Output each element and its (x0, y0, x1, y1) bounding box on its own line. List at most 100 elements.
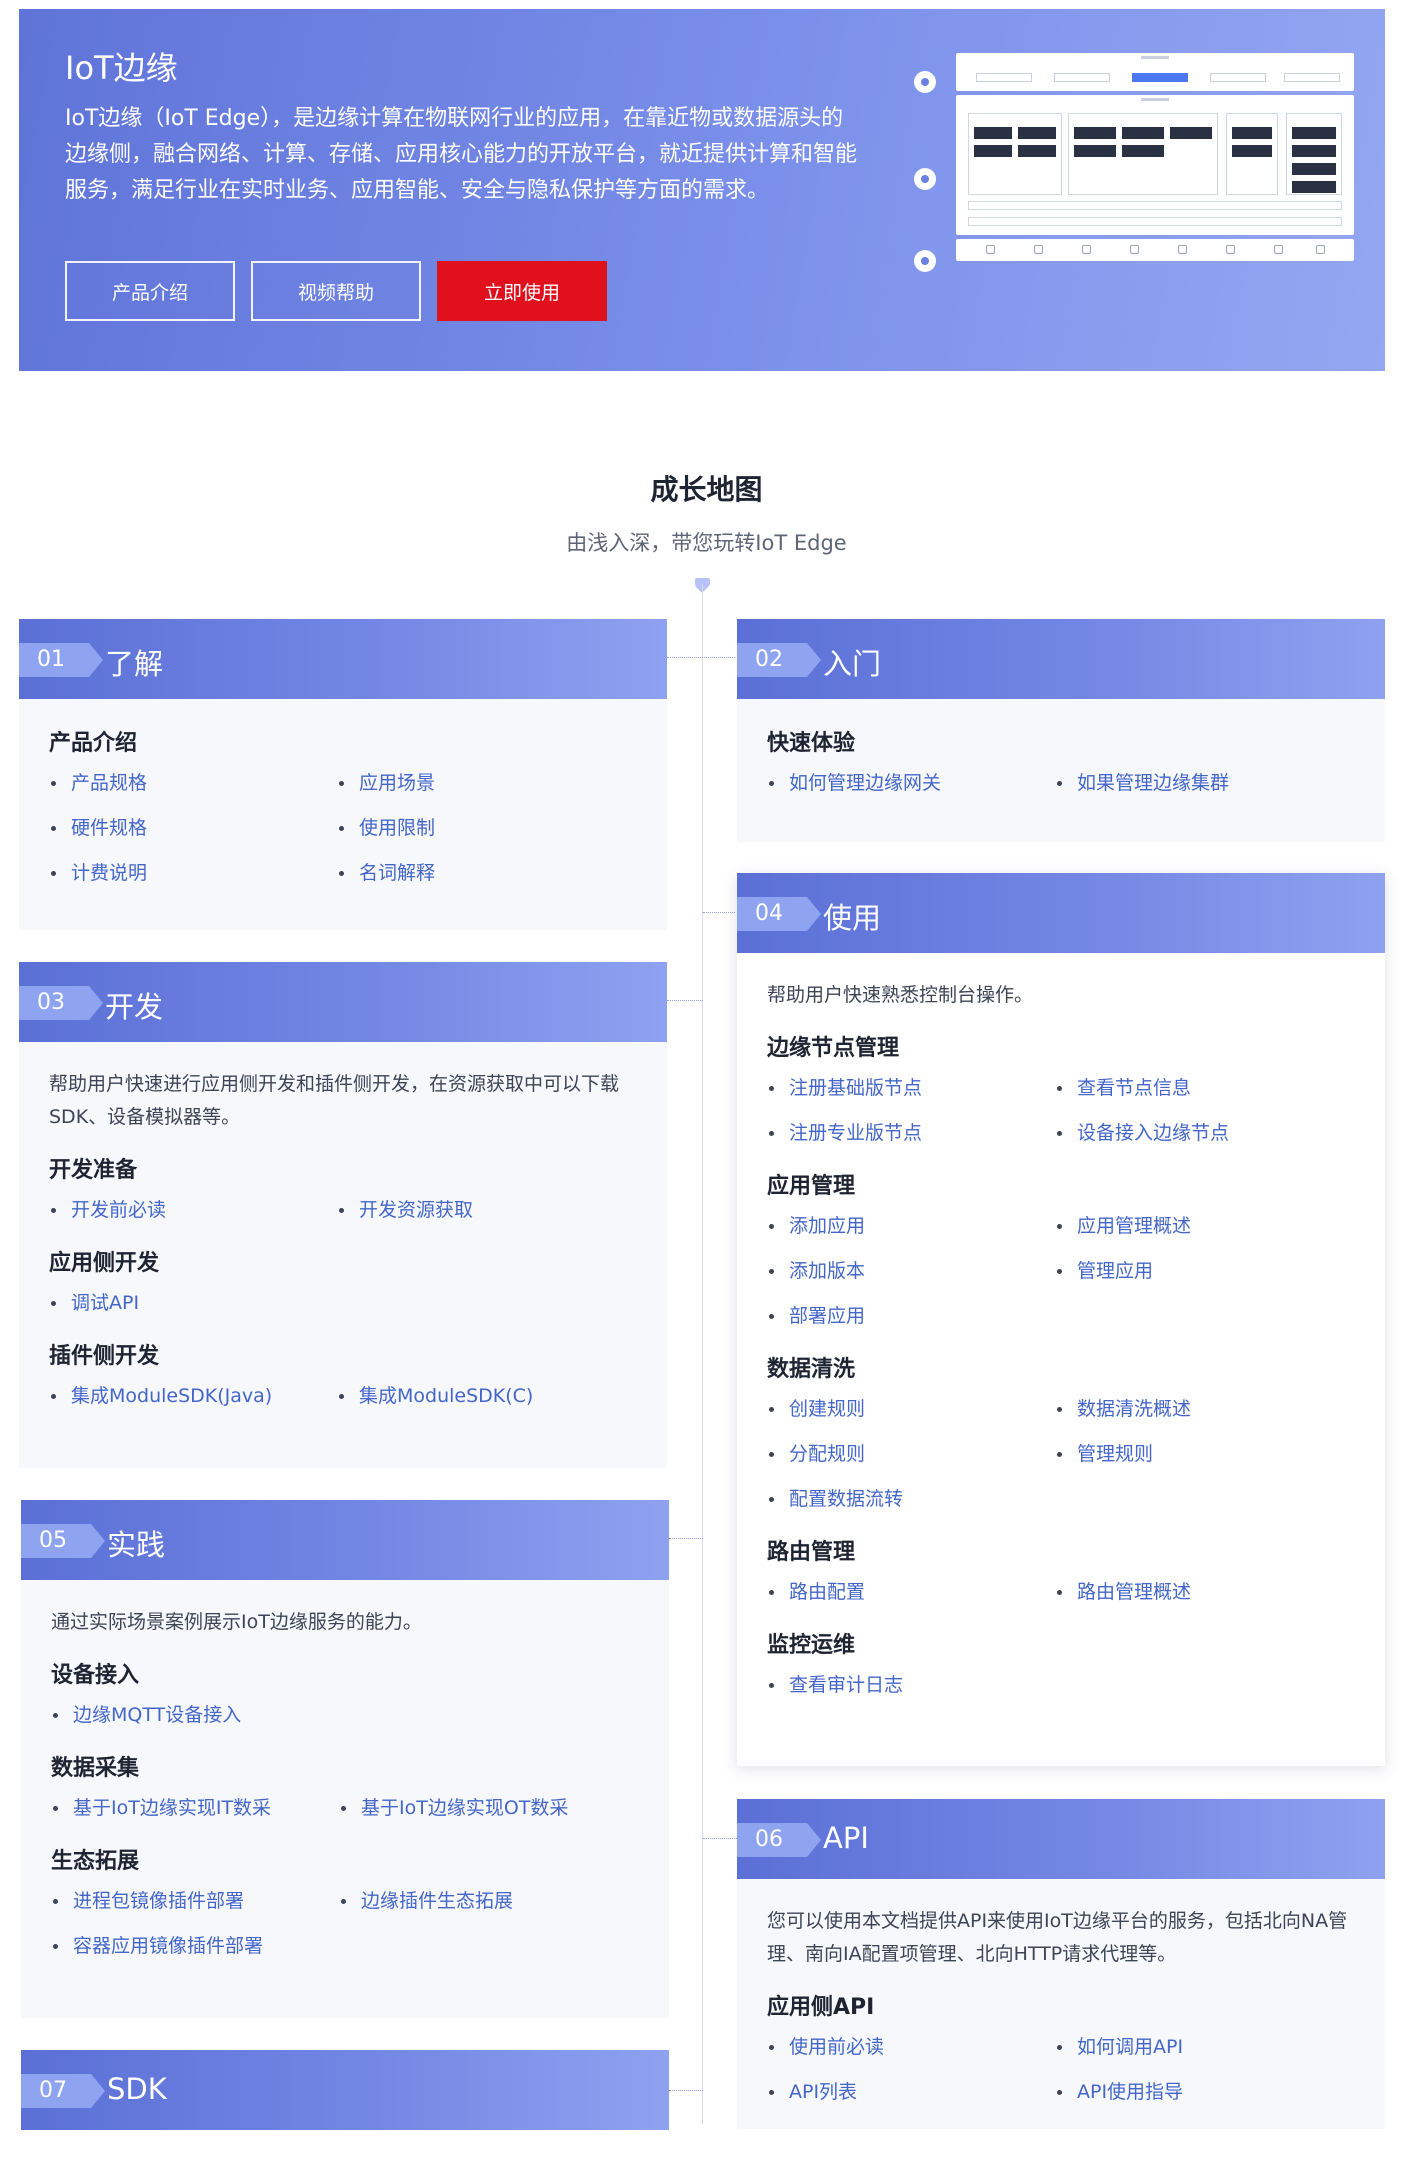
link-ot-collect[interactable]: 基于IoT边缘实现OT数采 (339, 1794, 639, 1823)
card-api: 06 API 您可以使用本文档提供API来使用IoT边缘平台的服务，包括北向NA… (737, 1799, 1385, 2129)
card-develop: 03 开发 帮助用户快速进行应用侧开发和插件侧开发，在资源获取中可以下载SDK、… (19, 962, 667, 1468)
card-description: 您可以使用本文档提供API来使用IoT边缘平台的服务，包括北向NA管理、南向IA… (767, 1910, 1348, 1965)
link-debug-api[interactable]: 调试API (49, 1289, 337, 1318)
card-description: 帮助用户快速熟悉控制台操作。 (767, 984, 1034, 1006)
card-practice: 05 实践 通过实际场景案例展示IoT边缘服务的能力。 设备接入 边缘MQTT设… (21, 1500, 669, 2018)
link-glossary[interactable]: 名词解释 (337, 859, 637, 888)
card-title: 使用 (823, 901, 882, 935)
link-sdk-java[interactable]: 集成ModuleSDK(Java) (49, 1382, 337, 1411)
group-title: 快速体验 (767, 731, 856, 756)
link-billing[interactable]: 计费说明 (49, 859, 337, 888)
link-app-overview[interactable]: 应用管理概述 (1055, 1212, 1355, 1241)
group-title: 设备接入 (51, 1663, 140, 1688)
link-manage-app[interactable]: 管理应用 (1055, 1257, 1355, 1286)
diagram-dot-icon (914, 71, 936, 93)
card-header: 05 实践 (21, 1500, 669, 1580)
link-add-version[interactable]: 添加版本 (767, 1257, 1055, 1286)
group-title: 数据清洗 (767, 1357, 856, 1382)
group-title: 应用侧开发 (49, 1251, 160, 1276)
card-getting-started: 02 入门 快速体验 如何管理边缘网关 如果管理边缘集群 (737, 619, 1385, 842)
architecture-diagram (914, 53, 1354, 278)
card-header: 04 使用 (737, 873, 1385, 953)
timeline-connector (703, 912, 735, 913)
link-limits[interactable]: 使用限制 (337, 814, 637, 843)
link-manage-gateway[interactable]: 如何管理边缘网关 (767, 769, 1055, 798)
link-route-overview[interactable]: 路由管理概述 (1055, 1578, 1355, 1607)
link-sdk-c[interactable]: 集成ModuleSDK(C) (337, 1382, 637, 1411)
link-manage-cluster[interactable]: 如果管理边缘集群 (1055, 769, 1355, 798)
link-mqtt-access[interactable]: 边缘MQTT设备接入 (51, 1701, 339, 1730)
step-badge: 04 (737, 897, 821, 931)
link-assign-rule[interactable]: 分配规则 (767, 1440, 1055, 1469)
card-description: 通过实际场景案例展示IoT边缘服务的能力。 (51, 1611, 422, 1633)
card-title: SDK (107, 2072, 167, 2106)
step-badge: 05 (21, 1524, 105, 1558)
link-api-guide[interactable]: API使用指导 (1055, 2078, 1355, 2107)
diagram-dot-icon (914, 168, 936, 190)
card-title: 实践 (107, 1528, 166, 1562)
link-hardware-spec[interactable]: 硬件规格 (49, 814, 337, 843)
link-process-plugin[interactable]: 进程包镜像插件部署 (51, 1887, 339, 1916)
card-header: 01 了解 (19, 619, 667, 699)
card-title: 了解 (105, 647, 164, 681)
timeline-connector (667, 1000, 703, 1001)
timeline-connector (703, 1838, 737, 1839)
timeline-connector (669, 1538, 703, 1539)
timeline-line (702, 584, 703, 2124)
link-device-access-node[interactable]: 设备接入边缘节点 (1055, 1119, 1355, 1148)
link-create-rule[interactable]: 创建规则 (767, 1395, 1055, 1424)
diagram-device-panel (956, 239, 1354, 261)
link-api-list[interactable]: API列表 (767, 2078, 1055, 2107)
step-badge: 01 (19, 643, 103, 677)
group-title: 数据采集 (51, 1756, 140, 1781)
link-add-app[interactable]: 添加应用 (767, 1212, 1055, 1241)
card-header: 02 入门 (737, 619, 1385, 699)
link-call-api[interactable]: 如何调用API (1055, 2033, 1355, 2062)
group-title: 插件侧开发 (49, 1344, 160, 1369)
link-deploy-app[interactable]: 部署应用 (767, 1302, 1055, 1331)
link-dev-prereq[interactable]: 开发前必读 (49, 1196, 337, 1225)
link-register-pro-node[interactable]: 注册专业版节点 (767, 1119, 1055, 1148)
link-plugin-ecosystem[interactable]: 边缘插件生态拓展 (339, 1887, 639, 1916)
card-usage: 04 使用 帮助用户快速熟悉控制台操作。 边缘节点管理 注册基础版节点 查看节点… (737, 873, 1385, 1766)
link-view-node-info[interactable]: 查看节点信息 (1055, 1074, 1355, 1103)
link-dev-resources[interactable]: 开发资源获取 (337, 1196, 637, 1225)
video-help-button[interactable]: 视频帮助 (251, 261, 421, 321)
group-title: 路由管理 (767, 1540, 856, 1565)
link-audit-log[interactable]: 查看审计日志 (767, 1671, 1055, 1700)
hero-title: IoT边缘 (65, 49, 178, 87)
card-header: 07 SDK (21, 2050, 669, 2130)
group-title: 应用管理 (767, 1174, 856, 1199)
group-title: 边缘节点管理 (767, 1036, 900, 1061)
hero-description: IoT边缘（IoT Edge），是边缘计算在物联网行业的应用，在靠近物或数据源头… (65, 106, 858, 203)
link-register-basic-node[interactable]: 注册基础版节点 (767, 1074, 1055, 1103)
link-api-prereq[interactable]: 使用前必读 (767, 2033, 1055, 2062)
link-scenarios[interactable]: 应用场景 (337, 769, 637, 798)
link-product-spec[interactable]: 产品规格 (49, 769, 337, 798)
link-it-collect[interactable]: 基于IoT边缘实现IT数采 (51, 1794, 339, 1823)
step-badge: 06 (737, 1823, 821, 1857)
diagram-middle-panel (956, 95, 1354, 235)
step-badge: 02 (737, 643, 821, 677)
link-manage-rule[interactable]: 管理规则 (1055, 1440, 1355, 1469)
step-badge: 03 (19, 986, 103, 1020)
diagram-top-panel (956, 53, 1354, 91)
step-badge: 07 (21, 2074, 105, 2108)
group-title: 开发准备 (49, 1158, 138, 1183)
card-understand: 01 了解 产品介绍 产品规格 应用场景 硬件规格 使用限制 计费说明 名词解释 (19, 619, 667, 930)
growth-map-title: 成长地图 (650, 473, 763, 506)
group-title: 监控运维 (767, 1633, 856, 1658)
card-title: 入门 (823, 647, 882, 681)
card-title: 开发 (105, 990, 164, 1024)
timeline-connector (669, 2090, 703, 2091)
link-container-plugin[interactable]: 容器应用镜像插件部署 (51, 1932, 339, 1961)
group-title: 生态拓展 (51, 1849, 140, 1874)
link-cleaning-overview[interactable]: 数据清洗概述 (1055, 1395, 1355, 1424)
card-header: 06 API (737, 1799, 1385, 1879)
card-header: 03 开发 (19, 962, 667, 1042)
link-route-config[interactable]: 路由配置 (767, 1578, 1055, 1607)
hero-buttons: 产品介绍 视频帮助 立即使用 (65, 261, 607, 321)
use-now-button[interactable]: 立即使用 (437, 261, 607, 321)
link-data-flow[interactable]: 配置数据流转 (767, 1485, 1055, 1514)
product-intro-button[interactable]: 产品介绍 (65, 261, 235, 321)
